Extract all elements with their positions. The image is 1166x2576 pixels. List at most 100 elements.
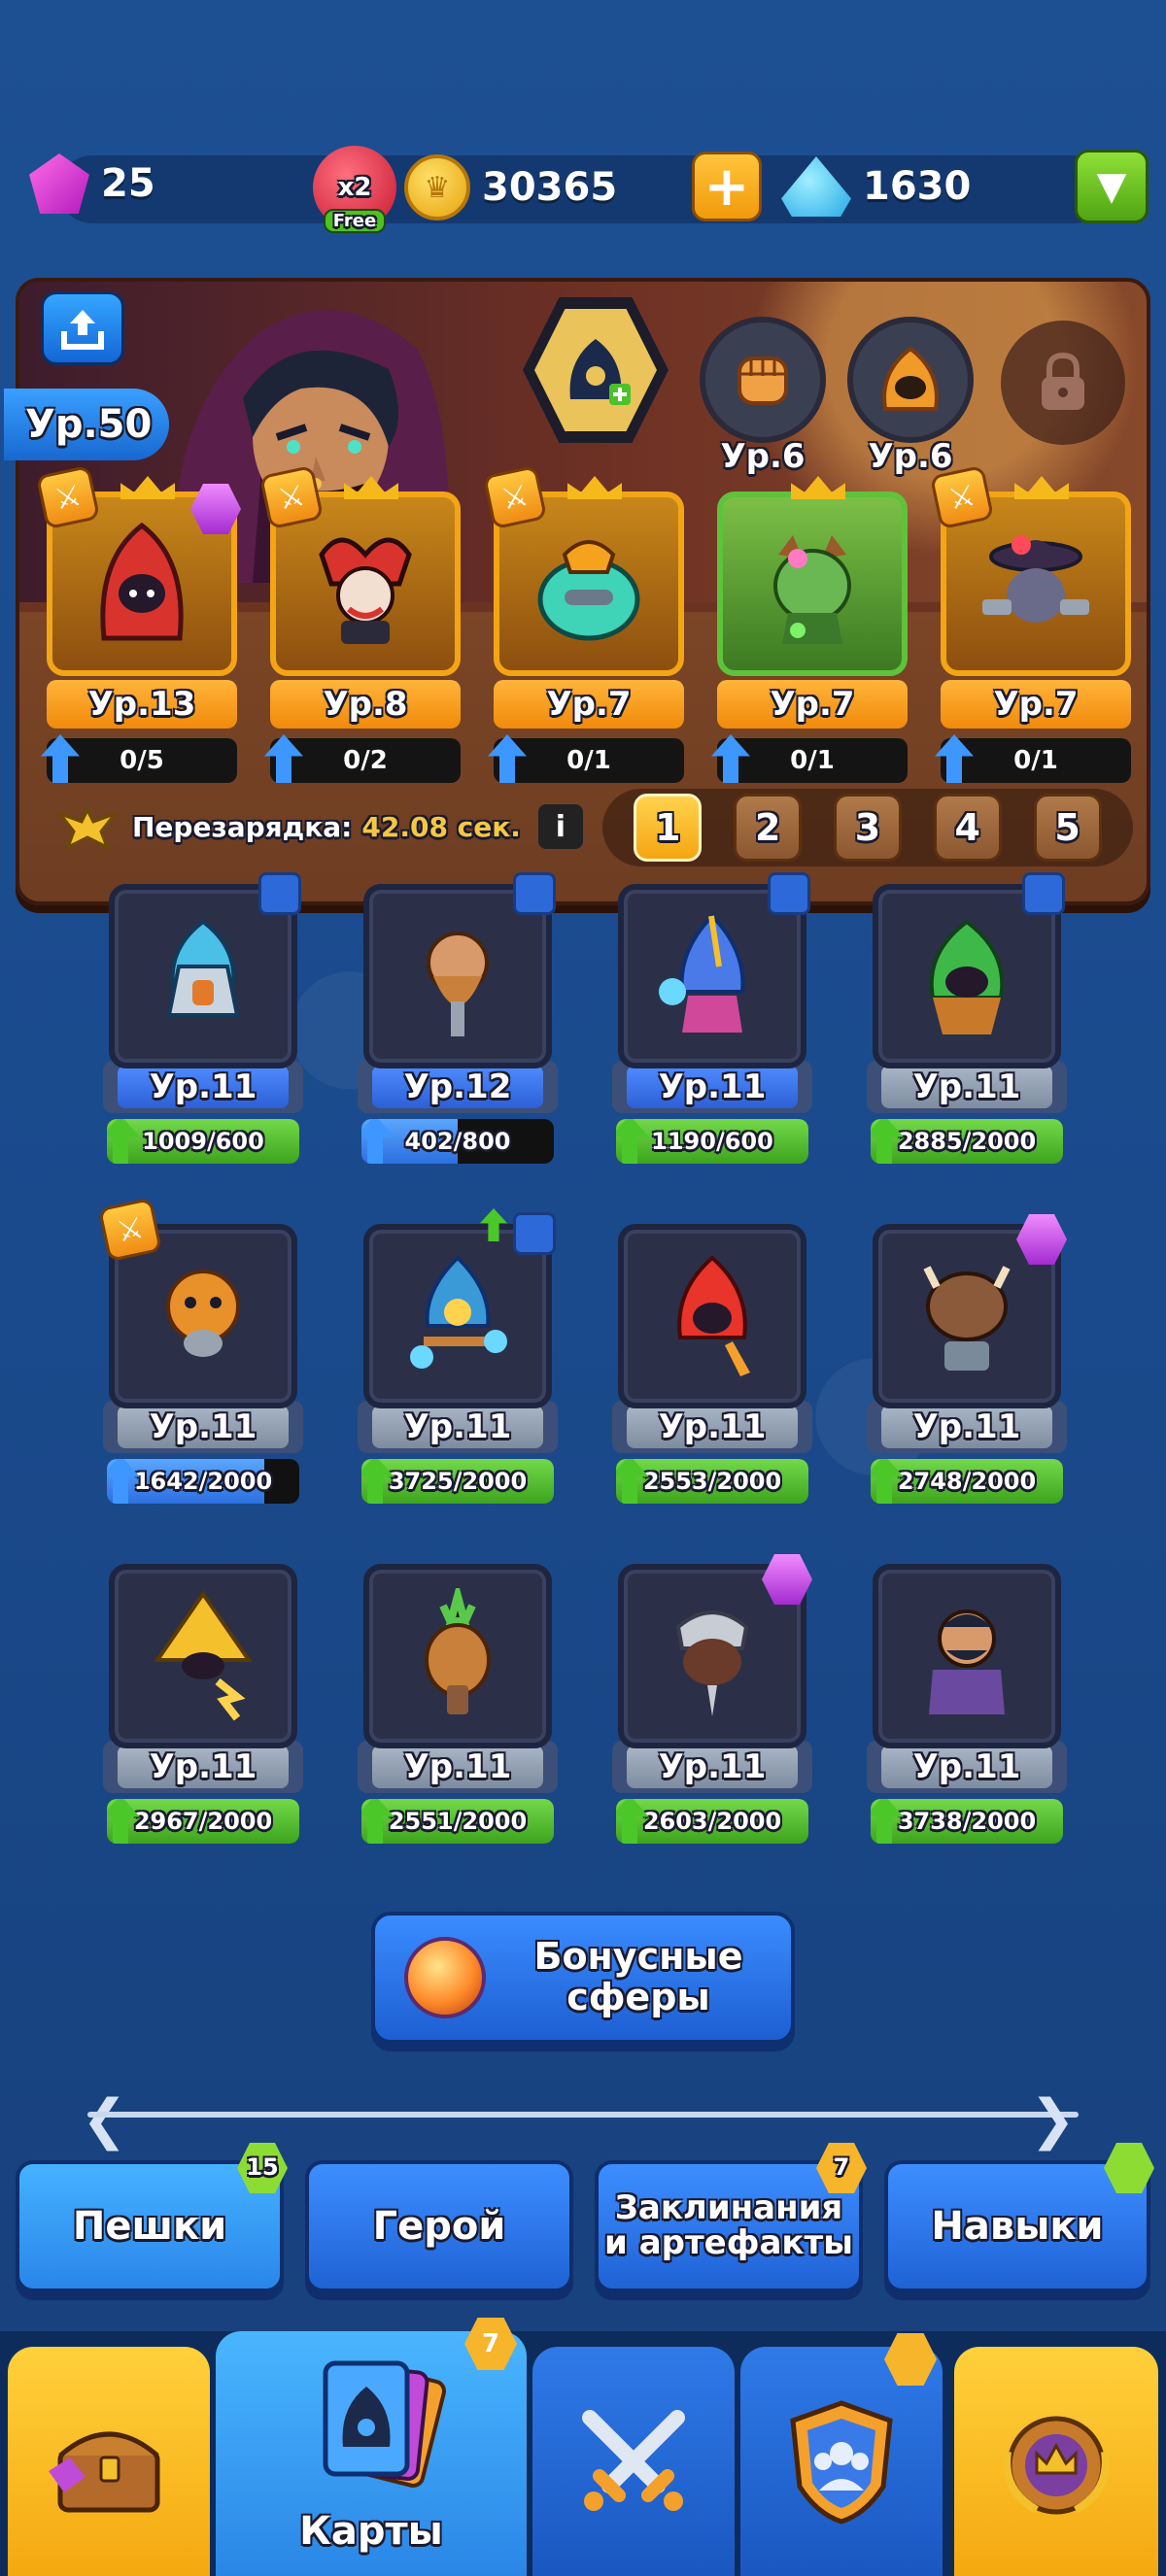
unit-portrait-icon — [166, 1270, 240, 1357]
tab-spells-artifacts[interactable]: Заклинания и артефакты 7 — [595, 2143, 867, 2292]
tab-pawns[interactable]: Пешки 15 — [16, 2143, 288, 2292]
card-frame: ⚔ — [97, 1197, 297, 1408]
card-progress: 1190/600 — [616, 1119, 808, 1164]
scroll-track[interactable] — [87, 2112, 1079, 2118]
collection-card[interactable]: Ур.11 3725/2000 — [358, 1208, 558, 1504]
unit-portrait-icon — [659, 913, 745, 1033]
artifact-2-level: Ур.6 — [868, 437, 953, 476]
gems-value: 25 — [101, 161, 155, 206]
free-label: Free — [323, 209, 387, 233]
equipped-card-5[interactable]: ⚔ Ур.7 0/1 — [929, 464, 1131, 783]
tab-skills[interactable]: Навыки — [884, 2143, 1154, 2292]
equipped-level: Ур.7 — [941, 680, 1131, 729]
level-plate: Ур.11 — [103, 1401, 303, 1453]
collection-card[interactable]: Ур.11 2885/2000 — [867, 872, 1067, 1164]
scroll-left-icon[interactable]: ❮ — [82, 2088, 127, 2152]
unit-portrait-icon — [427, 932, 489, 1036]
collection-card[interactable]: ⚔ Ур.11 1642/2000 — [97, 1197, 303, 1504]
card-level: Ур.12 — [372, 1066, 543, 1108]
tab-hero[interactable]: Герой — [305, 2160, 573, 2292]
collection-card[interactable]: Ур.11 2748/2000 — [867, 1214, 1067, 1504]
collection-card[interactable]: Ур.11 2967/2000 — [103, 1564, 303, 1844]
equipped-progress: 0/5 — [41, 734, 237, 783]
crown-coin-icon: ♛ — [404, 154, 470, 220]
equipped-card-1[interactable]: ⚔ Ур.13 0/5 — [35, 464, 241, 783]
add-currency-button[interactable]: + — [692, 152, 762, 221]
upgrade-arrow-icon — [41, 734, 80, 783]
collection-card[interactable]: Ур.11 2553/2000 — [612, 1224, 812, 1504]
collection-card[interactable]: Ур.11 1190/600 — [612, 872, 812, 1164]
tab-spells-label: Заклинания и артефакты — [604, 2191, 853, 2260]
card-level: Ур.11 — [627, 1066, 798, 1108]
card-progress: 1642/2000 — [107, 1459, 299, 1504]
card-level: Ур.11 — [118, 1406, 289, 1448]
card-frame — [363, 872, 556, 1068]
collection-card[interactable]: Ур.11 2603/2000 — [612, 1554, 812, 1844]
progress-text: 2748/2000 — [897, 1468, 1037, 1495]
deck-selector: 1 2 3 4 5 — [602, 789, 1133, 866]
deck-button-2[interactable]: 2 — [734, 794, 803, 862]
x2-boost-icon[interactable]: x2 Free — [313, 146, 396, 233]
nav-battle[interactable] — [532, 2347, 735, 2576]
hooded-mage-icon — [847, 317, 974, 443]
card-frame — [618, 872, 810, 1068]
artifact-slot-2[interactable]: Ур.6 — [847, 317, 974, 476]
upgrade-arrow-icon — [488, 734, 527, 783]
progress-text: 2967/2000 — [133, 1808, 273, 1835]
card-level: Ур.11 — [118, 1746, 289, 1788]
progress-text: 0/1 — [566, 746, 611, 775]
nav-cards[interactable]: Карты 7 — [216, 2318, 527, 2576]
chevron-down-icon[interactable]: ▼ — [1075, 150, 1149, 223]
card-progress: 2748/2000 — [871, 1459, 1063, 1504]
unit-portrait-icon — [929, 919, 1005, 1034]
progress-text: 2551/2000 — [388, 1808, 528, 1835]
nav-shop[interactable] — [8, 2347, 210, 2576]
card-frame: ⚔ — [482, 464, 684, 676]
progress-text: 1190/600 — [651, 1128, 773, 1155]
progress-text: 3725/2000 — [388, 1468, 528, 1495]
locked-slot[interactable] — [1001, 321, 1125, 445]
nav-ranking[interactable] — [954, 2347, 1158, 2576]
level-plate: Ур.11 — [867, 1061, 1067, 1113]
share-button[interactable] — [41, 291, 124, 365]
level-plate: Ур.11 — [612, 1061, 812, 1113]
equipped-card-3[interactable]: ⚔ Ур.7 0/1 — [482, 464, 684, 783]
info-icon[interactable]: i — [537, 804, 583, 849]
x2-label: x2 — [337, 173, 372, 202]
dropdown-menu[interactable]: ▼ — [1075, 150, 1149, 223]
card-frame — [873, 1564, 1061, 1748]
deck-button-1[interactable]: 1 — [634, 794, 703, 862]
bonus-line-2: сферы — [566, 1976, 710, 2018]
deck-button-5[interactable]: 5 — [1033, 794, 1102, 862]
gems-counter[interactable]: 25 — [29, 153, 155, 214]
equipped-level: Ур.7 — [494, 680, 684, 729]
deck-button-4[interactable]: 4 — [933, 794, 1002, 862]
card-frame: ⚔ — [258, 464, 461, 676]
progress-text: 1009/600 — [142, 1128, 264, 1155]
bonus-spheres-button[interactable]: Бонусные сферы — [371, 1912, 795, 2044]
deck-button-3[interactable]: 3 — [833, 794, 902, 862]
collection-card[interactable]: Ур.11 1009/600 — [103, 872, 303, 1164]
artifact-slot-1[interactable]: Ур.6 — [700, 317, 826, 476]
nav-clan[interactable] — [740, 2333, 943, 2576]
equipped-card-4[interactable]: Ур.7 0/1 — [711, 476, 908, 783]
cooldown-row: Перезарядка: 42.08 сек. i — [58, 802, 583, 851]
scroll-right-icon[interactable]: ❯ — [1030, 2088, 1076, 2152]
collection-card[interactable]: Ур.12 402/800 — [358, 872, 558, 1164]
card-progress: 3738/2000 — [871, 1799, 1063, 1844]
crystal-drop-icon — [781, 156, 851, 217]
card-frame — [618, 1224, 806, 1408]
unit-portrait-icon — [425, 1588, 491, 1714]
collection-card[interactable]: Ур.11 3738/2000 — [867, 1564, 1067, 1844]
card-frame: ⚔ — [35, 464, 241, 676]
collection-card[interactable]: Ур.11 2551/2000 — [358, 1564, 558, 1844]
bonus-spheres-label: Бонусные сферы — [486, 1936, 791, 2018]
bottom-nav: Карты 7 — [0, 2318, 1166, 2576]
progress-text: 0/1 — [1013, 746, 1058, 775]
crossed-swords-icon — [582, 2410, 685, 2511]
equipped-card-2[interactable]: ⚔ Ур.8 0/2 — [258, 464, 461, 783]
unit-portrait-icon — [923, 1266, 1011, 1371]
eagle-icon — [58, 806, 117, 851]
coins-counter[interactable]: x2 Free ♛ 30365 — [313, 146, 617, 233]
crystals-counter[interactable]: + 1630 — [692, 152, 971, 221]
